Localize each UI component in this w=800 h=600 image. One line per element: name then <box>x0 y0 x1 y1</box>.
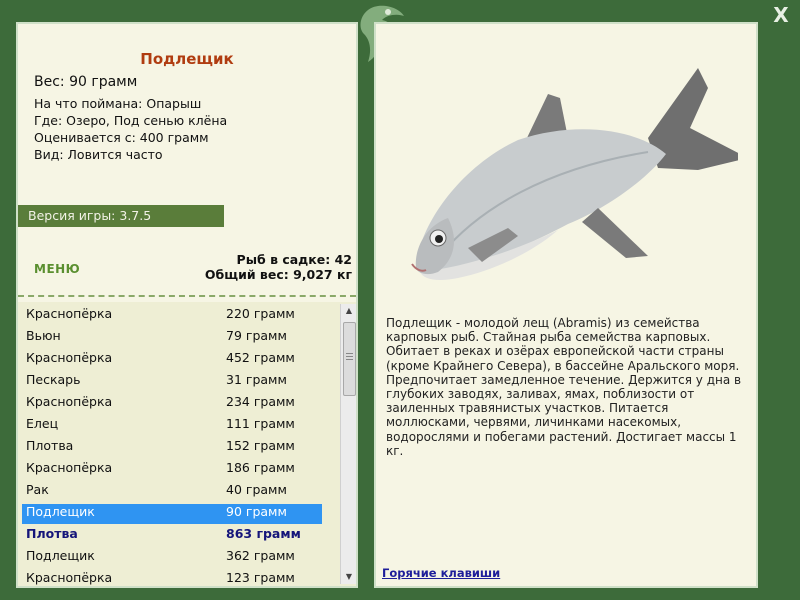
catch-name: Вьюн <box>26 328 61 343</box>
catch-name: Плотва <box>26 438 74 453</box>
catch-weight: 234 грамм <box>226 394 295 409</box>
list-item[interactable]: Краснопёрка 452 грамм <box>22 350 322 370</box>
fish-detail-panel: Подлещик - молодой лещ (Abramis) из семе… <box>374 22 758 588</box>
fish-description: Подлещик - молодой лещ (Abramis) из семе… <box>386 316 742 458</box>
menu-button[interactable]: МЕНЮ <box>34 262 80 276</box>
catch-weight: 362 грамм <box>226 548 295 563</box>
list-item[interactable]: Вьюн 79 грамм <box>22 328 322 348</box>
catch-weight: 31 грамм <box>226 372 287 387</box>
fish-image <box>411 68 738 280</box>
hotkeys-link[interactable]: Горячие клавиши <box>382 566 500 580</box>
list-item[interactable]: Краснопёрка 123 грамм <box>22 570 322 586</box>
catch-name: Краснопёрка <box>26 460 113 475</box>
list-item-selected[interactable]: Подлещик 90 грамм <box>22 504 322 524</box>
catch-name: Плотва <box>26 526 78 541</box>
scroll-thumb[interactable] <box>343 322 356 396</box>
list-item[interactable]: Краснопёрка 220 грамм <box>22 306 322 326</box>
fish-name-title: Подлещик <box>140 50 234 68</box>
catch-name: Подлещик <box>26 504 95 519</box>
catch-weight: 186 грамм <box>226 460 295 475</box>
list-item[interactable]: Рак 40 грамм <box>22 482 322 502</box>
scroll-down-arrow-icon[interactable]: ▼ <box>341 570 356 584</box>
catch-stats: Рыб в садке: 42 Общий вес: 9,027 кг <box>205 252 352 282</box>
catch-weight: 90 грамм <box>226 504 287 519</box>
catch-weight: 40 грамм <box>226 482 287 497</box>
catch-weight: 863 грамм <box>226 526 301 541</box>
list-item[interactable]: Пескарь 31 грамм <box>22 372 322 392</box>
scroll-up-arrow-icon[interactable]: ▲ <box>341 304 356 318</box>
catch-name: Рак <box>26 482 49 497</box>
catch-weight: 452 грамм <box>226 350 295 365</box>
catch-name: Краснопёрка <box>26 350 113 365</box>
catch-name: Краснопёрка <box>26 394 113 409</box>
fish-weight: Вес: 90 грамм <box>34 74 138 90</box>
location-info: Где: Озеро, Под сенью клёна <box>34 113 228 128</box>
frequency-info: Вид: Ловится часто <box>34 147 163 162</box>
rating-info: Оценивается с: 400 грамм <box>34 130 209 145</box>
catch-name: Краснопёрка <box>26 306 113 321</box>
catch-name: Краснопёрка <box>26 570 113 585</box>
fish-info-panel: Подлещик Вес: 90 грамм На что поймана: О… <box>16 22 358 588</box>
list-scrollbar[interactable]: ▲ ▼ <box>340 304 356 584</box>
divider <box>18 295 356 297</box>
total-weight-label: Общий вес: 9,027 кг <box>204 267 352 282</box>
catch-list[interactable]: Краснопёрка 220 грамм Вьюн 79 грамм Крас… <box>18 302 356 586</box>
catch-weight: 220 грамм <box>226 306 295 321</box>
catch-weight: 79 грамм <box>226 328 287 343</box>
list-item[interactable]: Плотва 152 грамм <box>22 438 322 458</box>
list-item[interactable]: Подлещик 362 грамм <box>22 548 322 568</box>
list-item[interactable]: Елец 111 грамм <box>22 416 322 436</box>
bait-info: На что поймана: Опарыш <box>34 96 202 111</box>
list-item-highlighted[interactable]: Плотва 863 грамм <box>22 526 322 546</box>
fish-count-label: Рыб в садке: 42 <box>236 252 352 267</box>
list-item[interactable]: Краснопёрка 234 грамм <box>22 394 322 414</box>
catch-name: Елец <box>26 416 59 431</box>
catch-name: Пескарь <box>26 372 81 387</box>
list-item[interactable]: Краснопёрка 186 грамм <box>22 460 322 480</box>
catch-weight: 123 грамм <box>226 570 295 585</box>
close-button[interactable]: X <box>770 4 792 26</box>
catch-weight: 152 грамм <box>226 438 295 453</box>
catch-name: Подлещик <box>26 548 95 563</box>
game-version-bar: Версия игры: 3.7.5 <box>18 205 224 227</box>
catch-weight: 111 грамм <box>226 416 295 431</box>
